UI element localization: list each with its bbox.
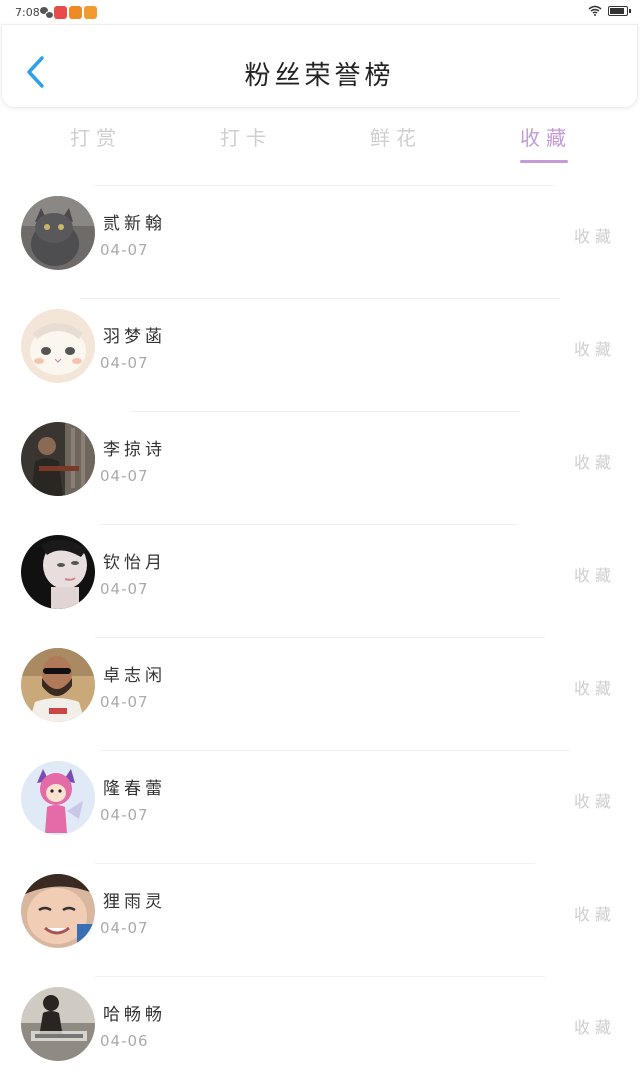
action-label: 收藏 [573,792,616,811]
action-label: 收藏 [573,566,616,585]
fan-name: 卓志闲 [103,666,166,686]
fan-name: 钦怡月 [103,553,166,573]
fan-date: 04-07 [100,806,149,824]
fan-name: 狸雨灵 [103,892,166,912]
fan-name: 贰新翰 [103,214,166,234]
tab-reward[interactable]: 打赏 [56,122,136,151]
avatar[interactable] [21,987,95,1061]
active-tab-indicator [520,160,568,163]
status-time: 7:08 [15,6,40,19]
avatar[interactable] [21,874,95,948]
row-divider [100,750,570,751]
list-item[interactable]: 贰新翰 04-07 收藏 [0,185,640,298]
row-divider [100,524,518,525]
page-title: 粉丝荣誉榜 [244,61,395,91]
status-notification-icons [40,5,97,19]
wifi-icon [588,5,602,16]
avatar[interactable] [21,648,95,722]
status-bar: 7:08 [0,0,640,26]
header-bar: 粉丝荣誉榜 [1,24,638,108]
wechat-icon [40,7,54,19]
list-item[interactable]: 隆春蕾 04-07 收藏 [0,750,640,863]
fan-date: 04-07 [100,241,149,259]
fan-date: 04-07 [100,919,149,937]
chat-app-icon [84,5,97,19]
list-item[interactable]: 哈畅畅 04-06 收藏 [0,976,640,1089]
action-label: 收藏 [573,905,616,924]
list-item[interactable]: 卓志闲 04-07 收藏 [0,637,640,750]
fan-name: 哈畅畅 [103,1005,166,1025]
row-divider [95,976,545,977]
list-item[interactable]: 李掠诗 04-07 收藏 [0,411,640,524]
list-item[interactable]: 钦怡月 04-07 收藏 [0,524,640,637]
row-divider [95,185,555,186]
avatar[interactable] [21,309,95,383]
tab-favorites[interactable]: 收藏 [506,122,586,151]
fan-name: 李掠诗 [103,440,166,460]
fan-name: 隆春蕾 [103,779,166,799]
avatar[interactable] [21,535,95,609]
action-label: 收藏 [573,340,616,359]
row-divider [95,637,545,638]
action-label: 收藏 [573,227,616,246]
avatar[interactable] [21,761,95,835]
action-label: 收藏 [573,1018,616,1037]
row-divider [80,298,560,299]
fan-name: 羽梦菡 [103,327,166,347]
tab-flowers[interactable]: 鲜花 [356,122,436,151]
list-item[interactable]: 羽梦菡 04-07 收藏 [0,298,640,411]
avatar[interactable] [21,422,95,496]
fan-date: 04-07 [100,580,149,598]
fan-date: 04-06 [100,1032,149,1050]
status-system-icons [588,5,631,16]
fan-date: 04-07 [100,467,149,485]
fan-list: 贰新翰 04-07 收藏 羽梦菡 04-07 收藏 李掠诗 04-07 收藏 钦… [0,185,640,1089]
row-divider [95,863,535,864]
battery-icon [608,5,631,16]
action-label: 收藏 [573,679,616,698]
app-notification-icon [54,5,67,19]
row-divider [130,411,520,412]
fan-date: 04-07 [100,354,149,372]
avatar[interactable] [21,196,95,270]
list-item[interactable]: 狸雨灵 04-07 收藏 [0,863,640,976]
tab-checkin[interactable]: 打卡 [206,122,286,151]
video-app-icon [69,5,82,19]
action-label: 收藏 [573,453,616,472]
fan-date: 04-07 [100,693,149,711]
